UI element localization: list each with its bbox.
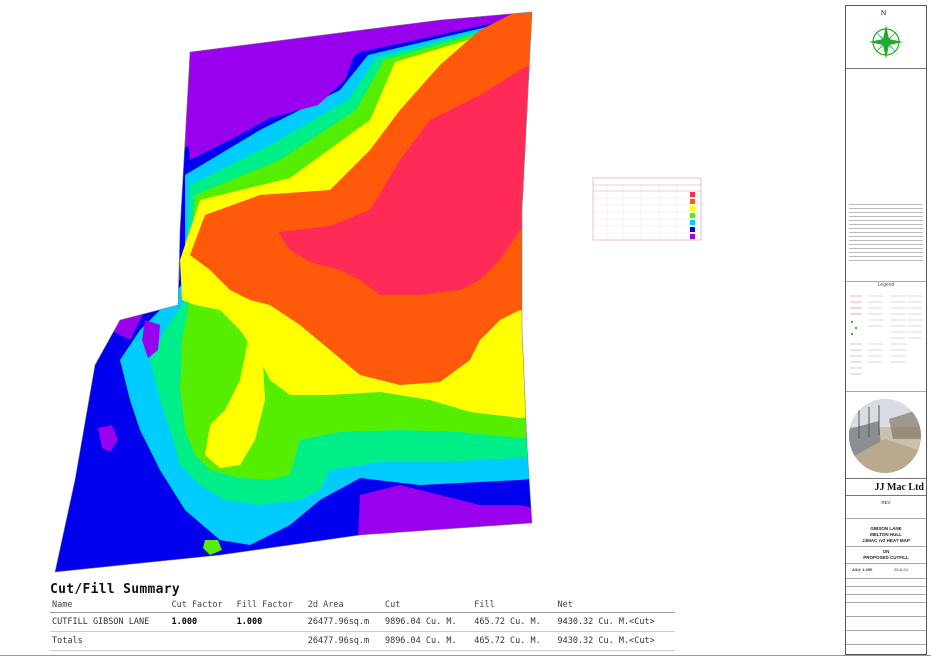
- cutfill-summary: Cut/Fill Summary Name Cut Factor Fill Fa…: [50, 582, 675, 651]
- company-logo: JJ Mac Ltd: [846, 478, 926, 496]
- col-fill-factor: Fill Factor: [234, 599, 306, 613]
- summary-title: Cut/Fill Summary: [50, 582, 181, 597]
- title-block: N Legend JJ Mac Ltd REV GIBSON LANE MELT…: [845, 5, 927, 655]
- title-divider: [846, 518, 926, 519]
- title-divider: [846, 563, 926, 564]
- col-net: Net: [555, 599, 675, 613]
- compass-rose-icon: [869, 25, 903, 59]
- cell-area: 26477.96sq.m: [305, 631, 383, 651]
- table-row: Totals 26477.96sq.m 9896.04 Cu. M. 465.7…: [50, 631, 675, 651]
- table-row: CUTFILL GIBSON LANE 1.000 1.000 26477.96…: [50, 612, 675, 632]
- title-divider: [846, 602, 926, 603]
- cell-cut: 9896.04 Cu. M.: [382, 631, 473, 651]
- legend-symbols: [850, 295, 922, 375]
- on-label: ON: [882, 549, 890, 554]
- col-cut-factor: Cut Factor: [169, 599, 235, 613]
- summary-header-row: Name Cut Factor Fill Factor 2d Area Cut …: [50, 599, 675, 613]
- cell-cut-factor: 1.000: [169, 612, 235, 632]
- project-line-3: JJMAC rv2 HEAT MAP: [862, 538, 910, 543]
- cell-net: 9430.32 Cu. M.<Cut>: [555, 612, 675, 632]
- title-divider: [846, 578, 926, 579]
- revision-label: REV: [881, 500, 891, 505]
- date-label: 25-6-24: [894, 567, 908, 572]
- cell-fill-factor: 1.000: [234, 612, 306, 632]
- scale-label: A3@ 1:250: [852, 567, 873, 572]
- col-name: Name: [50, 599, 170, 613]
- legend-panel: Legend: [846, 281, 926, 392]
- cell-fill: 465.72 Cu. M.: [472, 612, 556, 632]
- title-divider: [846, 586, 926, 587]
- col-fill: Fill: [472, 599, 556, 613]
- project-line-2: MELTON HULL: [870, 532, 902, 537]
- cell-area: 26477.96sq.m: [305, 612, 383, 632]
- cutfill-heat-map: [54, 11, 702, 573]
- title-divider: [846, 594, 926, 595]
- title-divider: [846, 616, 926, 617]
- elevation-table: [592, 177, 702, 241]
- summary-table: Name Cut Factor Fill Factor 2d Area Cut …: [50, 599, 675, 651]
- cell-cut: 9896.04 Cu. M.: [382, 612, 473, 632]
- title-divider: [846, 644, 926, 645]
- project-line-1: GIBSON LANE: [870, 526, 902, 531]
- notes-panel: [846, 201, 926, 282]
- title-divider: [846, 546, 926, 547]
- cell-fill: 465.72 Cu. M.: [472, 631, 556, 651]
- north-label: N: [881, 10, 887, 17]
- footer-divider: [0, 655, 931, 656]
- col-2d-area: 2d Area: [305, 599, 383, 613]
- site-photo: [849, 399, 921, 473]
- north-panel: N: [846, 6, 926, 69]
- cell-fill-factor: [234, 631, 306, 651]
- drawing-subject: PROPOSED CUTFILL: [863, 555, 909, 560]
- cell-name: CUTFILL GIBSON LANE: [50, 612, 170, 632]
- cell-net: 9430.32 Cu. M.<Cut>: [555, 631, 675, 651]
- cell-cut-factor: [169, 631, 235, 651]
- title-divider: [846, 630, 926, 631]
- cell-name: Totals: [50, 631, 170, 651]
- col-cut: Cut: [382, 599, 473, 613]
